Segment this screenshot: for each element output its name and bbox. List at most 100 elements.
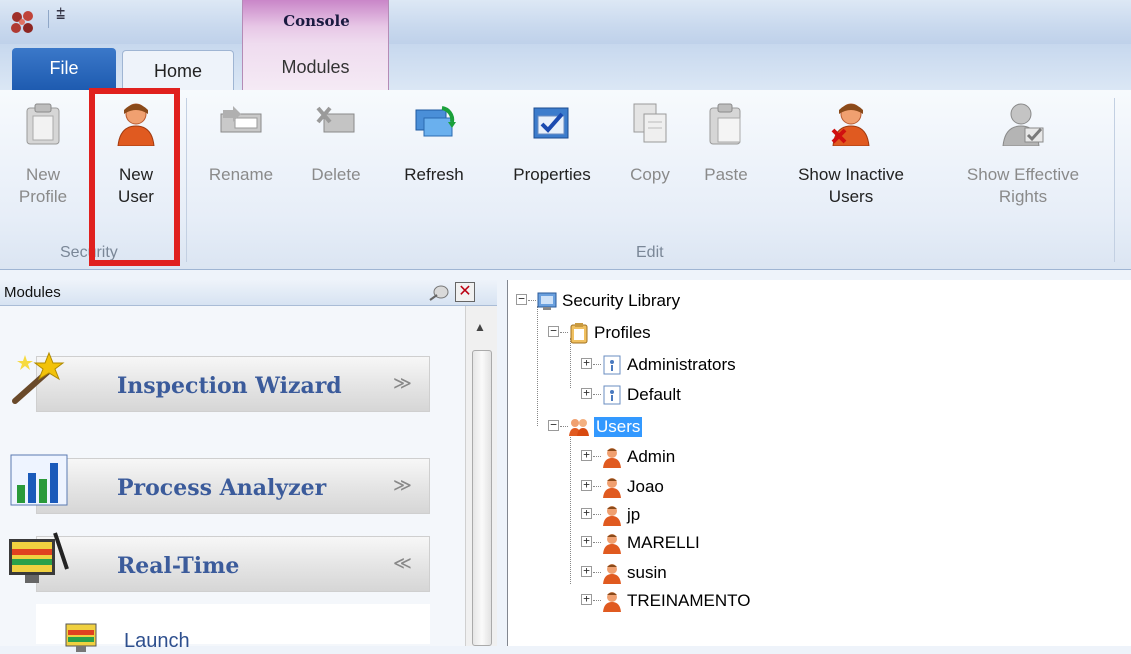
tree-label: Admin [627, 447, 676, 466]
collapse-icon[interactable]: − [516, 293, 527, 305]
clipboard-icon [26, 103, 60, 145]
app-logo-icon[interactable] [8, 8, 38, 38]
tree-connector [537, 306, 538, 426]
new-user-highlight-box [89, 88, 180, 266]
show-effective-label-1: Show Effective [966, 165, 1080, 184]
delete-label: Delete [311, 165, 361, 184]
tree-label: TREINAMENTO [627, 591, 751, 610]
chevron-down-icon: ≫ [393, 373, 412, 393]
tree-node-user[interactable]: + jp [581, 502, 881, 528]
user-icon [603, 534, 621, 554]
tree-node-profile[interactable]: + Administrators [581, 352, 881, 378]
show-effective-rights-button[interactable]: Show Effective Rights [938, 100, 1108, 208]
scroll-up-icon[interactable]: ▲ [474, 320, 486, 334]
tree-label: jp [627, 505, 641, 524]
monitor-icon [9, 532, 69, 583]
tab-file[interactable]: File [12, 48, 116, 90]
rename-label: Rename [208, 165, 274, 184]
tree-label: susin [627, 563, 667, 582]
properties-button[interactable]: Properties [496, 100, 608, 186]
collapse-icon[interactable]: − [548, 419, 559, 431]
user-icon [603, 506, 621, 526]
library-icon [537, 292, 557, 310]
profile-doc-icon [603, 385, 621, 405]
module-label: Inspection Wizard [117, 373, 342, 399]
modules-panel-title: Modules [4, 284, 61, 301]
chevron-down-icon: ≫ [393, 475, 412, 495]
inactive-user-icon [831, 103, 870, 146]
close-icon[interactable]: ✕ [455, 282, 475, 302]
tree-label: Default [627, 385, 681, 404]
show-effective-label-2: Rights [998, 187, 1048, 206]
refresh-button[interactable]: Refresh [392, 100, 476, 186]
expand-icon[interactable]: + [581, 593, 592, 605]
module-label: Real-Time [117, 553, 240, 579]
group-label-edit: Edit [636, 244, 664, 261]
expand-icon[interactable]: + [581, 565, 592, 577]
tree-node-users[interactable]: − Users [548, 414, 848, 440]
show-inactive-users-button[interactable]: Show Inactive Users [780, 100, 922, 208]
expand-icon[interactable]: + [581, 507, 592, 519]
expand-icon[interactable]: + [581, 387, 592, 399]
new-profile-label-2: Profile [18, 187, 68, 206]
collapse-icon[interactable]: − [548, 325, 559, 337]
new-profile-label-1: New [25, 165, 60, 184]
delete-icon [316, 106, 355, 133]
launch-item[interactable]: Launch [36, 604, 430, 652]
qat-separator [48, 10, 49, 28]
new-profile-button[interactable]: New Profile [8, 100, 78, 208]
tree-label: Administrators [627, 355, 736, 374]
module-process-analyzer[interactable]: Process Analyzer ≫ [10, 454, 430, 514]
user-icon [603, 478, 621, 498]
refresh-label: Refresh [404, 165, 464, 184]
paste-button[interactable]: Paste [694, 100, 758, 186]
tree-node-profiles[interactable]: − Profiles [548, 320, 848, 346]
tree-node-user[interactable]: + TREINAMENTO [581, 588, 881, 614]
title-bar: ⩲ Console [0, 0, 1131, 44]
expand-icon[interactable]: + [581, 357, 592, 369]
launch-monitor-icon [65, 623, 97, 652]
tree-node-security-library[interactable]: − Security Library [516, 288, 816, 314]
tab-modules[interactable]: Modules [242, 44, 389, 90]
pin-icon[interactable] [428, 284, 450, 302]
copy-icon [633, 103, 667, 143]
clipboard-icon [570, 323, 588, 344]
expand-icon[interactable]: + [581, 535, 592, 547]
security-tree: − Security Library − Profiles + Administ… [507, 280, 1131, 646]
chevron-up-icon: ≪ [393, 553, 412, 573]
launch-label: Launch [124, 630, 190, 652]
tree-label: Security Library [562, 291, 681, 310]
tree-label-selected: Users [594, 417, 643, 437]
delete-button[interactable]: Delete [296, 100, 376, 186]
show-inactive-label-2: Users [828, 187, 874, 206]
copy-button[interactable]: Copy [620, 100, 680, 186]
tree-node-user[interactable]: + MARELLI [581, 530, 881, 556]
ribbon-tab-row: File Home Modules [0, 44, 1131, 92]
scroll-thumb[interactable] [472, 350, 492, 646]
properties-label: Properties [513, 165, 591, 184]
refresh-icon [415, 106, 456, 137]
module-real-time[interactable]: Real-Time ≪ [9, 532, 430, 592]
tree-node-profile[interactable]: + Default [581, 382, 881, 408]
paste-label: Paste [704, 165, 748, 184]
module-inspection-wizard[interactable]: Inspection Wizard ≫ [12, 351, 430, 412]
expand-icon[interactable]: + [581, 479, 592, 491]
tree-connector [570, 434, 571, 584]
tree-node-user[interactable]: + Admin [581, 444, 881, 470]
copy-label: Copy [630, 165, 670, 184]
tree-node-user[interactable]: + Joao [581, 474, 881, 500]
tree-label: Joao [627, 477, 664, 496]
tab-home[interactable]: Home [122, 50, 234, 92]
user-icon [603, 592, 621, 612]
paste-icon [709, 103, 741, 145]
module-label: Process Analyzer [117, 475, 327, 501]
modules-scrollbar[interactable]: ▲ [465, 306, 497, 646]
modules-panel-body: Inspection Wizard ≫ Process Analyzer ≫ R… [0, 306, 465, 652]
users-group-icon [569, 419, 589, 436]
tree-node-user[interactable]: + susin [581, 560, 881, 586]
customize-qat-icon[interactable]: ⩲ [56, 6, 65, 24]
wizard-wand-icon [12, 351, 65, 404]
expand-icon[interactable]: + [581, 449, 592, 461]
rename-button[interactable]: Rename [198, 100, 284, 186]
properties-icon [533, 107, 569, 139]
